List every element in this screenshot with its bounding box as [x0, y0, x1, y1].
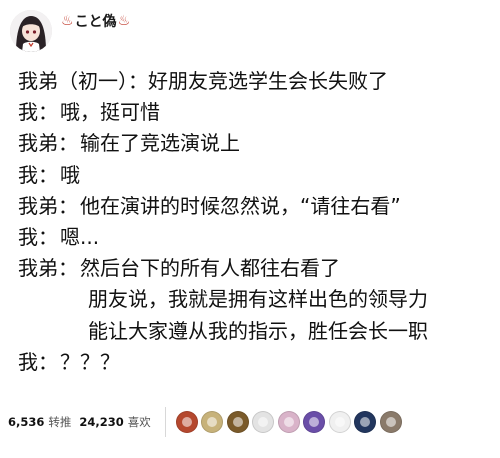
author-name-text: こと偽 — [74, 14, 117, 30]
dialogue-text: 能让大家遵从我的指示，胜任会长一职 — [88, 318, 428, 343]
avatar-icon — [334, 417, 345, 427]
speaker-label: 我弟 — [18, 131, 58, 156]
anime-girl-avatar-icon — [10, 10, 52, 52]
colon: ： — [58, 256, 78, 281]
speaker-label: 我弟 — [18, 256, 58, 281]
engagement-bar: 6,536 转推 24,230 喜欢 — [0, 398, 500, 446]
colon: ： — [38, 162, 58, 187]
colon: ： — [38, 349, 58, 374]
dialogue-text: （初一）：好朋友竞选学生会长失败了 — [58, 69, 388, 93]
dialogue-text: 他在演讲的时候忽然说，“请往右看” — [80, 193, 401, 218]
dialogue-line: 我弟：然后台下的所有人都往右看了 — [18, 253, 494, 284]
dialogue-line: 我弟：他在演讲的时候忽然说，“请往右看” — [18, 191, 494, 222]
avatar-icon — [207, 417, 218, 427]
post-header: ♨ こと偽 ♨ — [8, 6, 492, 56]
avatar-icon — [232, 417, 243, 427]
colon: ： — [38, 100, 58, 125]
hot-spring-icon: ♨ — [61, 13, 74, 29]
avatar-icon — [283, 417, 294, 427]
dialogue-text: 然后台下的所有人都往右看了 — [80, 256, 340, 281]
dialogue-line: 我：？？？ — [18, 347, 494, 378]
liker-avatar-1[interactable] — [175, 411, 198, 433]
dialogue-text: 朋友说，我就是拥有这样出色的领导力 — [88, 287, 428, 312]
colon: ： — [58, 131, 78, 156]
dialogue-text: 嗯... — [60, 224, 100, 249]
liker-avatar-9[interactable] — [379, 411, 402, 433]
author-avatar[interactable] — [10, 10, 52, 52]
likes-count[interactable]: 24,230 — [79, 415, 123, 429]
author-name[interactable]: ♨ こと偽 ♨ — [60, 11, 131, 31]
dialogue-line-continuation: 能让大家遵从我的指示，胜任会长一职 — [18, 316, 494, 347]
dialogue-line: 我：嗯... — [18, 222, 494, 253]
engagement-stats: 6,536 转推 24,230 喜欢 — [0, 414, 159, 430]
liker-avatar-7[interactable] — [328, 411, 351, 433]
hot-spring-icon: ♨ — [117, 13, 131, 29]
speaker-label: 我 — [18, 349, 38, 374]
speaker-label: 我 — [18, 162, 38, 187]
avatar-icon — [360, 417, 371, 427]
dialogue-line: 我：哦 — [18, 160, 494, 191]
colon: ： — [58, 193, 78, 218]
reposts-label[interactable]: 转推 — [48, 414, 71, 430]
liker-avatar-6[interactable] — [303, 411, 326, 433]
reposts-count[interactable]: 6,536 — [8, 415, 44, 429]
liker-avatar-3[interactable] — [226, 411, 249, 433]
dialogue-text: 输在了竞选演说上 — [80, 131, 240, 156]
dialogue-line: 我：哦，挺可惜 — [18, 97, 494, 128]
dialogue-text: 哦 — [60, 162, 80, 187]
likes-label[interactable]: 喜欢 — [128, 414, 151, 430]
post-body: 我弟 （初一）：好朋友竞选学生会长失败了 我：哦，挺可惜 我弟：输在了竞选演说上 … — [18, 66, 494, 378]
divider — [164, 407, 166, 437]
dialogue-line: 我弟 （初一）：好朋友竞选学生会长失败了 — [18, 66, 494, 97]
speaker-label: 我弟 — [18, 69, 58, 93]
liker-avatar-4[interactable] — [252, 411, 275, 433]
avatar-icon — [181, 417, 192, 427]
speaker-label: 我弟 — [18, 193, 58, 218]
dialogue-line-continuation: 朋友说，我就是拥有这样出色的领导力 — [18, 284, 494, 315]
dialogue-text: ？？？ — [60, 349, 120, 374]
liker-avatar-5[interactable] — [277, 411, 300, 433]
liker-avatar-8[interactable] — [354, 411, 377, 433]
speaker-label: 我 — [18, 100, 38, 125]
avatar-icon — [385, 417, 396, 427]
dialogue-line: 我弟：输在了竞选演说上 — [18, 128, 494, 159]
liker-avatar-2[interactable] — [201, 411, 224, 433]
dialogue-text: 哦，挺可惜 — [60, 100, 160, 125]
speaker-label: 我 — [18, 224, 38, 249]
avatar-icon — [258, 417, 269, 427]
avatar-icon — [309, 417, 320, 427]
liker-avatars — [175, 411, 406, 433]
colon: ： — [38, 224, 58, 249]
